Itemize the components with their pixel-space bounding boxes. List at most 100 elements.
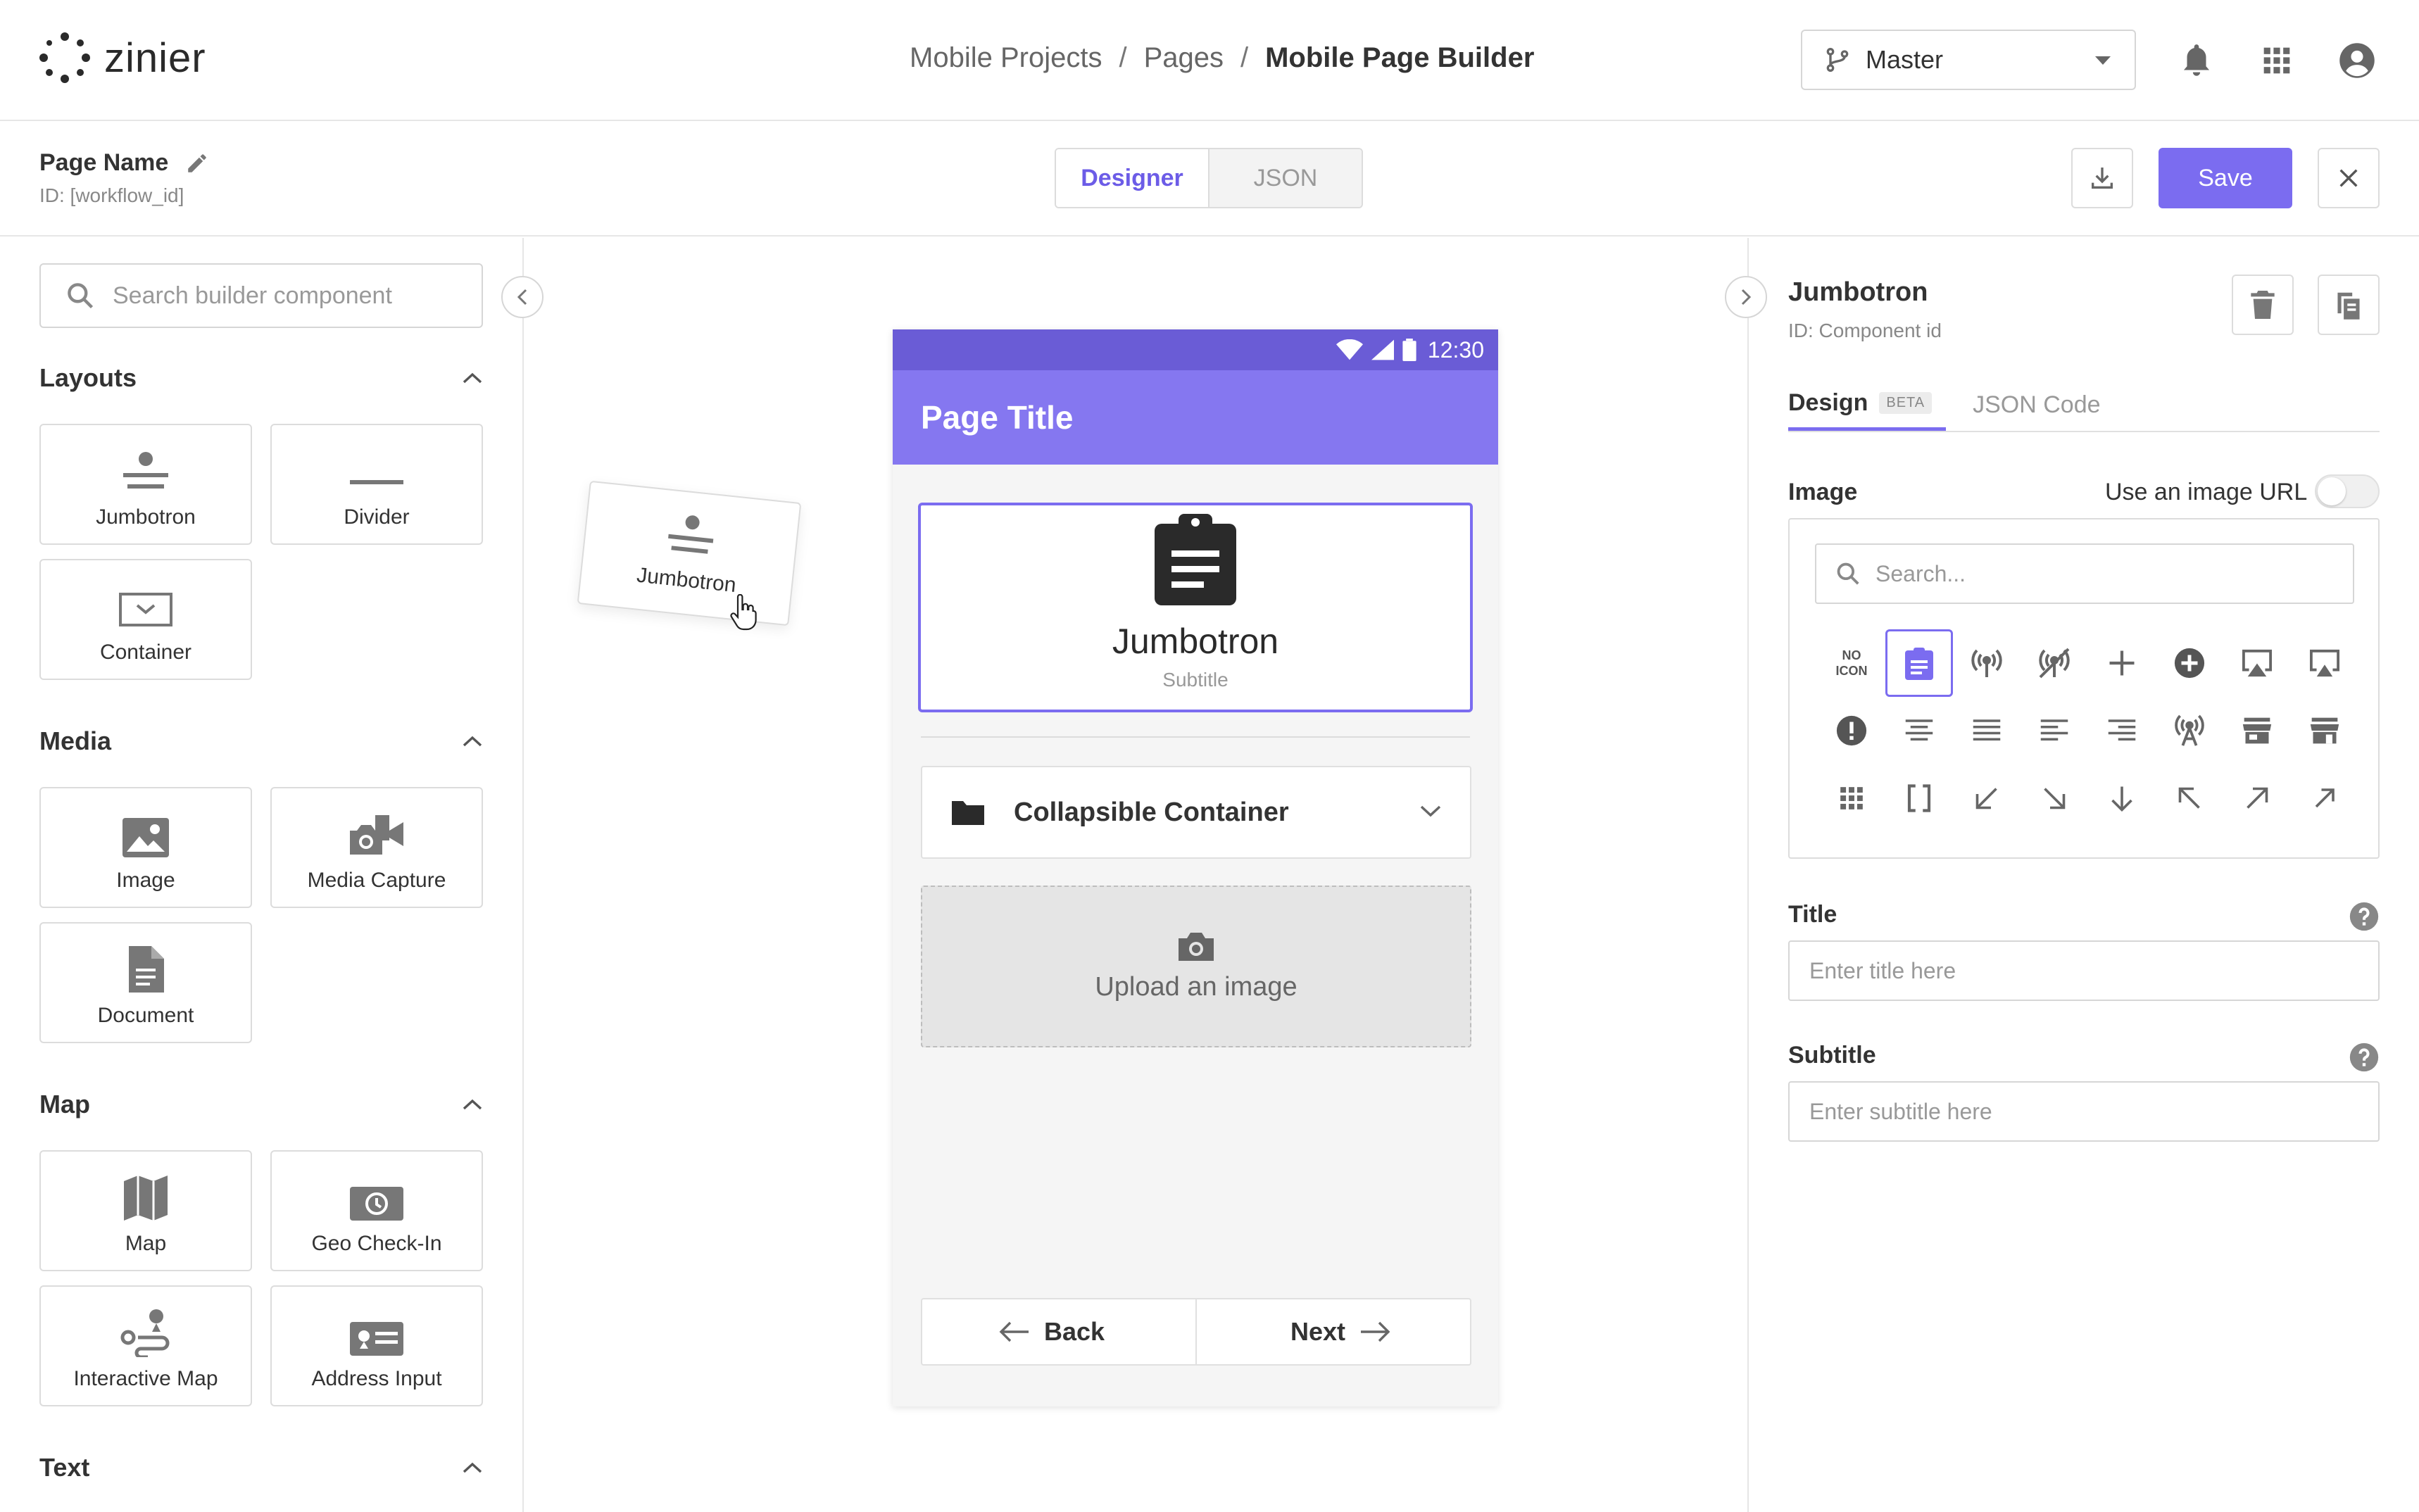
phone-time: 12:30 bbox=[1427, 336, 1484, 363]
icon-option-align-center[interactable] bbox=[1885, 697, 1953, 764]
alert-circle-icon bbox=[1836, 715, 1867, 746]
icon-option-align-left[interactable] bbox=[2021, 697, 2088, 764]
section-map-header[interactable]: Map bbox=[39, 1087, 483, 1122]
breadcrumb-separator: / bbox=[1119, 42, 1127, 73]
icon-option-brackets[interactable] bbox=[1885, 764, 1953, 832]
icon-option-arrow-down-left[interactable] bbox=[1953, 764, 2021, 832]
component-tile-jumbotron[interactable]: Jumbotron bbox=[39, 424, 252, 545]
collapsible-container-component[interactable]: Collapsible Container bbox=[921, 766, 1471, 859]
breadcrumb-pages[interactable]: Pages bbox=[1144, 42, 1224, 74]
delete-component-button[interactable] bbox=[2232, 275, 2294, 335]
copy-icon bbox=[2337, 292, 2360, 320]
breadcrumb-mobile-projects[interactable]: Mobile Projects bbox=[910, 42, 1102, 74]
pencil-icon[interactable] bbox=[185, 151, 209, 175]
icon-option-arrow-up-right-alt[interactable] bbox=[2291, 764, 2358, 832]
icon-option-apps-grid[interactable] bbox=[1818, 764, 1885, 832]
no-icon-option[interactable]: NO ICON bbox=[1818, 629, 1885, 697]
component-tile-map[interactable]: Map bbox=[39, 1150, 252, 1271]
image-field-label: Image bbox=[1788, 479, 1858, 505]
section-title: Map bbox=[39, 1090, 90, 1119]
section-text-header[interactable]: Text bbox=[39, 1450, 483, 1485]
duplicate-component-button[interactable] bbox=[2318, 275, 2380, 335]
divider-component[interactable] bbox=[921, 736, 1470, 738]
image-upload-component[interactable]: Upload an image bbox=[921, 886, 1471, 1047]
component-tile-geo-check-in[interactable]: Geo Check-In bbox=[270, 1150, 483, 1271]
page-name-label: Page Name bbox=[39, 149, 169, 176]
use-image-url-toggle[interactable] bbox=[2315, 474, 2380, 508]
arrow-down-right-icon bbox=[2044, 788, 2066, 809]
jumbotron-component[interactable]: Jumbotron Subtitle bbox=[918, 503, 1473, 712]
icon-option-alert-circle[interactable] bbox=[1818, 697, 1885, 764]
apps-grid-icon bbox=[1840, 787, 1863, 809]
download-button[interactable] bbox=[2071, 148, 2133, 208]
icon-option-antenna[interactable] bbox=[2156, 697, 2223, 764]
component-tile-media-capture[interactable]: Media Capture bbox=[270, 787, 483, 908]
icon-option-arrow-up-right[interactable] bbox=[2223, 764, 2291, 832]
icon-option-broadcast[interactable] bbox=[1953, 629, 2021, 697]
icon-option-airplay[interactable] bbox=[2223, 629, 2291, 697]
map-icon bbox=[124, 1176, 168, 1221]
collapse-left-panel-button[interactable] bbox=[501, 276, 544, 318]
broadcast-off-icon bbox=[2039, 648, 2070, 679]
tab-json-code[interactable]: JSON Code bbox=[1973, 379, 2100, 431]
account-button[interactable] bbox=[2336, 39, 2378, 82]
top-bar: zinier Mobile Projects / Pages / Mobile … bbox=[0, 0, 2419, 121]
chevron-left-icon bbox=[517, 289, 527, 305]
jumbotron-icon bbox=[668, 515, 714, 554]
tile-label: Map bbox=[125, 1232, 167, 1255]
icon-option-align-justify[interactable] bbox=[1953, 697, 2021, 764]
tab-design[interactable]: Design BETA bbox=[1788, 379, 1947, 431]
icon-option-broadcast-off[interactable] bbox=[2021, 629, 2088, 697]
back-button[interactable]: Back bbox=[922, 1299, 1197, 1364]
apps-grid-icon bbox=[2263, 47, 2290, 74]
component-search-input[interactable] bbox=[113, 282, 465, 310]
component-tile-image[interactable]: Image bbox=[39, 787, 252, 908]
help-icon[interactable] bbox=[2349, 901, 2380, 932]
icon-option-add-circle[interactable] bbox=[2156, 629, 2223, 697]
section-layouts-header[interactable]: Layouts bbox=[39, 360, 483, 396]
dragging-jumbotron-tile[interactable]: Jumbotron bbox=[577, 480, 802, 626]
arrow-down-left-icon bbox=[1975, 788, 1997, 809]
save-button[interactable]: Save bbox=[2159, 148, 2292, 208]
camera-icon bbox=[1179, 932, 1214, 961]
icon-option-airplay-alt[interactable] bbox=[2291, 629, 2358, 697]
tab-json[interactable]: JSON bbox=[1210, 149, 1362, 207]
icon-search-input[interactable] bbox=[1875, 560, 2326, 587]
icon-option-clipboard[interactable] bbox=[1885, 629, 1953, 697]
icon-option-align-right[interactable] bbox=[2088, 697, 2156, 764]
apps-button[interactable] bbox=[2256, 39, 2298, 82]
page-header: Page Name ID: [workflow_id] Designer JSO… bbox=[0, 122, 2419, 237]
icon-option-arrow-down[interactable] bbox=[2088, 764, 2156, 832]
icon-option-storefront-alt[interactable] bbox=[2291, 697, 2358, 764]
help-icon[interactable] bbox=[2349, 1042, 2380, 1073]
no-icon-label-1: NO bbox=[1842, 648, 1861, 662]
icon-option-storefront[interactable] bbox=[2223, 697, 2291, 764]
document-icon bbox=[129, 946, 164, 993]
branch-select[interactable]: Master bbox=[1801, 30, 2136, 90]
component-tile-container[interactable]: Container bbox=[39, 559, 252, 680]
icon-option-plus[interactable] bbox=[2088, 629, 2156, 697]
icon-option-arrow-down-right[interactable] bbox=[2021, 764, 2088, 832]
next-button[interactable]: Next bbox=[1197, 1299, 1470, 1364]
title-input[interactable] bbox=[1809, 957, 2358, 984]
close-button[interactable] bbox=[2318, 148, 2380, 208]
subtitle-field[interactable] bbox=[1788, 1081, 2380, 1142]
grab-cursor-icon bbox=[730, 594, 757, 631]
notifications-button[interactable] bbox=[2175, 39, 2218, 82]
component-tile-interactive-map[interactable]: Interactive Map bbox=[39, 1285, 252, 1406]
phone-preview: 12:30 Page Title Jumbotron Subtitle Coll… bbox=[893, 329, 1498, 1406]
section-title: Layouts bbox=[39, 363, 137, 392]
icon-option-arrow-up-left[interactable] bbox=[2156, 764, 2223, 832]
subtitle-input[interactable] bbox=[1809, 1098, 2358, 1125]
zinier-logo[interactable]: zinier bbox=[38, 31, 206, 84]
tab-designer[interactable]: Designer bbox=[1056, 149, 1210, 207]
airplay-icon bbox=[2242, 649, 2272, 677]
component-search[interactable] bbox=[39, 263, 483, 328]
icon-search[interactable] bbox=[1815, 543, 2354, 604]
collapse-right-panel-button[interactable] bbox=[1725, 276, 1767, 318]
section-media-header[interactable]: Media bbox=[39, 724, 483, 759]
component-tile-address-input[interactable]: Address Input bbox=[270, 1285, 483, 1406]
title-field[interactable] bbox=[1788, 940, 2380, 1001]
component-tile-document[interactable]: Document bbox=[39, 922, 252, 1043]
component-tile-divider[interactable]: Divider bbox=[270, 424, 483, 545]
